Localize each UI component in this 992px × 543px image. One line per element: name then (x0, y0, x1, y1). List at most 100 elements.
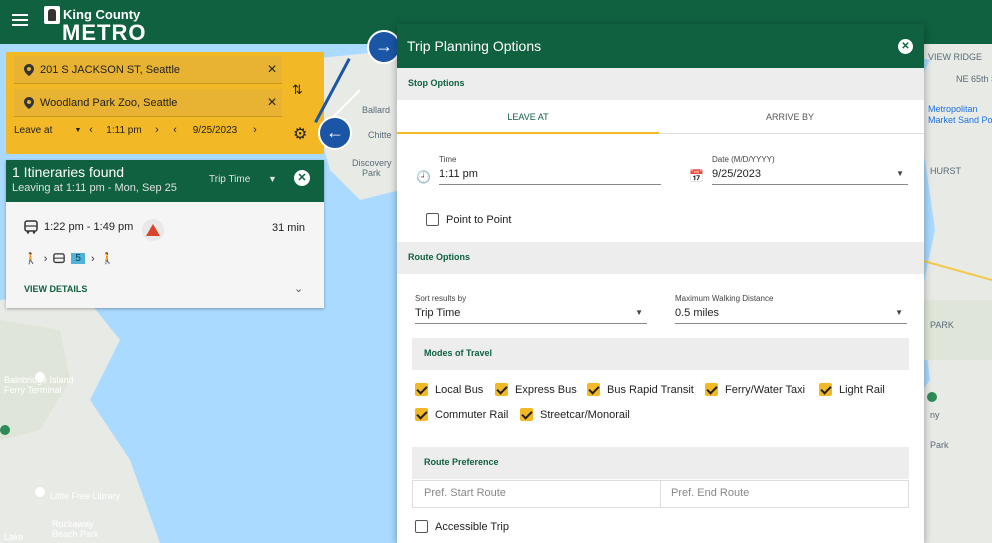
pref-end-route-input[interactable]: Pref. End Route (671, 487, 749, 499)
itinerary-legs: 🚶 › 5 › 🚶 (24, 252, 114, 266)
dropdown-caret-icon[interactable]: ▼ (895, 308, 903, 317)
section-title: Stop Options (408, 78, 465, 88)
route-preference-inputs: Pref. Start Route Pref. End Route (412, 480, 909, 508)
accessible-trip-checkbox[interactable]: Accessible Trip (415, 520, 509, 533)
close-results-icon[interactable]: ✕ (294, 170, 310, 186)
walk-icon: 🚶 (24, 253, 38, 265)
map-label: VIEW RIDGE (928, 52, 983, 62)
chevron-down-icon[interactable]: ⌄ (294, 282, 303, 295)
callout-arrow-right-icon: → (367, 30, 401, 64)
time-label: Time (439, 155, 457, 164)
date-input[interactable]: 9/25/2023 (712, 167, 908, 185)
checkbox-box[interactable] (705, 383, 718, 396)
tab-arrive-by[interactable]: ARRIVE BY (659, 100, 921, 134)
itinerary-times: 1:22 pm - 1:49 pm (44, 221, 134, 233)
time-value[interactable]: 1:11 pm (100, 125, 148, 136)
map-label: Rockaway (52, 519, 94, 529)
location-pin-icon (24, 63, 34, 76)
bus-icon (24, 220, 38, 234)
sort-select[interactable]: Trip Time (209, 174, 250, 185)
dropdown-caret-icon[interactable]: ▼ (268, 174, 277, 184)
checkbox-box[interactable] (587, 383, 600, 396)
date-label: Date (M/D/YYYY) (712, 155, 775, 164)
dropdown-caret-icon[interactable]: ▼ (635, 308, 643, 317)
map-label: Ballard (362, 105, 391, 115)
mode-label: Local Bus (435, 383, 484, 396)
modes-of-travel-header: Modes of Travel (412, 338, 909, 370)
checkbox-label: Accessible Trip (435, 520, 509, 533)
dropdown-caret-icon[interactable]: ▼ (74, 127, 82, 134)
king-county-seal-icon (44, 6, 60, 24)
prev-time-icon[interactable]: ‹ (82, 124, 100, 136)
mode-checkbox[interactable]: Bus Rapid Transit (587, 383, 694, 396)
mode-label: Commuter Rail (435, 408, 509, 421)
mode-label: Bus Rapid Transit (607, 383, 694, 396)
next-date-icon[interactable]: › (246, 124, 264, 136)
origin-address: 201 S JACKSON ST, Seattle (40, 63, 181, 76)
map-label: Ferry Terminal (4, 385, 62, 395)
mode-checkbox[interactable]: Ferry/Water Taxi (705, 383, 805, 396)
checkbox-box[interactable] (426, 213, 439, 226)
map-label: NE 65th St (956, 74, 992, 84)
leave-at-select[interactable]: Leave at (14, 125, 74, 136)
sort-select[interactable]: Trip Time (415, 306, 647, 324)
checkbox-label: Point to Point (446, 213, 512, 226)
prev-date-icon[interactable]: ‹ (166, 124, 184, 136)
mode-checkbox[interactable]: Express Bus (495, 383, 577, 396)
mode-checkbox[interactable]: Light Rail (819, 383, 885, 396)
clear-destination-icon[interactable]: × (262, 94, 282, 112)
mode-checkbox[interactable]: Streetcar/Monorail (520, 408, 630, 421)
chevron-right-icon: › (43, 252, 48, 265)
checkbox-box[interactable] (415, 408, 428, 421)
menu-icon[interactable] (12, 14, 28, 28)
map-label: Little Free Library (50, 491, 121, 501)
origin-field[interactable]: 201 S JACKSON ST, Seattle × (14, 56, 282, 84)
walking-distance-field[interactable]: Maximum Walking Distance 0.5 miles ▼ (675, 294, 907, 326)
trip-planner-panel: 201 S JACKSON ST, Seattle × Woodland Par… (6, 52, 324, 154)
warning-icon[interactable] (142, 219, 164, 241)
date-value[interactable]: 9/25/2023 (184, 125, 246, 136)
route-preference-header: Route Preference (412, 447, 909, 479)
checkbox-box[interactable] (495, 383, 508, 396)
clear-origin-icon[interactable]: × (262, 61, 282, 79)
checkbox-box[interactable] (819, 383, 832, 396)
time-input[interactable]: 1:11 pm (439, 167, 661, 185)
next-time-icon[interactable]: › (148, 124, 166, 136)
location-pin-icon (24, 96, 34, 109)
dropdown-caret-icon[interactable]: ▼ (896, 169, 904, 178)
checkbox-box[interactable] (415, 520, 428, 533)
mode-label: Express Bus (515, 383, 577, 396)
walking-select[interactable]: 0.5 miles (675, 306, 907, 324)
date-field[interactable]: Date (M/D/YYYY) 9/25/2023 ▼ (712, 155, 908, 187)
stop-options-section: Stop Options (397, 68, 924, 100)
section-title: Route Options (408, 252, 470, 262)
map-label: ny (930, 410, 940, 420)
pref-start-route-input[interactable]: Pref. Start Route (424, 487, 506, 499)
checkbox-box[interactable] (415, 383, 428, 396)
sort-label: Sort results by (415, 294, 467, 303)
logo-brand-main: METRO (62, 20, 147, 45)
swap-locations-icon[interactable]: ⇅ (292, 82, 303, 98)
dialog-title: Trip Planning Options (407, 38, 542, 54)
time-controls: Leave at ▼ ‹ 1:11 pm › ‹ 9/25/2023 › (14, 124, 264, 136)
dialog-header: Trip Planning Options ✕ (397, 24, 924, 68)
view-details-link[interactable]: VIEW DETAILS (24, 284, 87, 294)
mode-checkbox[interactable]: Commuter Rail (415, 408, 508, 421)
section-title: Route Preference (424, 457, 499, 467)
section-title: Modes of Travel (424, 348, 493, 358)
itinerary-card[interactable]: 1:22 pm - 1:49 pm 31 min 🚶 › 5 › 🚶 VIEW … (6, 202, 324, 308)
tab-leave-at[interactable]: LEAVE AT (397, 100, 659, 134)
time-field[interactable]: Time 1:11 pm (439, 155, 661, 187)
mode-checkbox[interactable]: Local Bus (415, 383, 483, 396)
map-label: Lake (4, 532, 24, 542)
checkbox-box[interactable] (520, 408, 533, 421)
destination-field[interactable]: Woodland Park Zoo, Seattle × (14, 89, 282, 117)
map-label: Park (930, 440, 949, 450)
sort-results-field[interactable]: Sort results by Trip Time ▼ (415, 294, 647, 326)
point-to-point-checkbox[interactable]: Point to Point (426, 213, 511, 226)
close-dialog-icon[interactable]: ✕ (898, 39, 913, 54)
walking-label: Maximum Walking Distance (675, 294, 774, 303)
mode-label: Light Rail (839, 383, 885, 396)
map-label: Beach Park (52, 529, 99, 539)
settings-gear-icon[interactable]: ⚙ (293, 124, 307, 144)
